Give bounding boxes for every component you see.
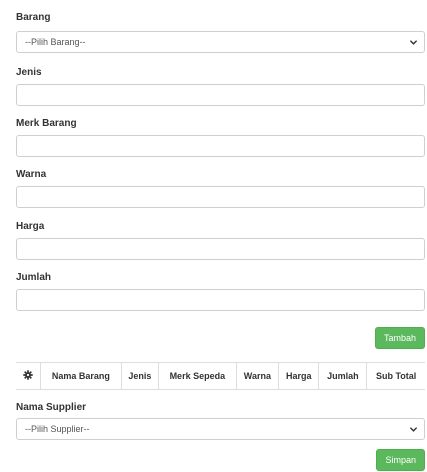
column-header-merk-sepeda: Merk Sepeda [158,362,237,390]
jenis-label: Jenis [16,67,42,78]
harga-label: Harga [16,221,45,232]
purchase-form-page: Barang --Pilih Barang-- Jenis Merk Baran… [0,0,427,472]
supplier-select-value: --Pilih Supplier-- [25,424,90,434]
nama-supplier-label: Nama Supplier [16,402,87,413]
merk-barang-label: Merk Barang [16,118,77,129]
chevron-down-icon [410,39,417,45]
items-table: Nama Barang Jenis Merk Sepeda Warna Harg… [16,362,425,390]
column-header-jumlah: Jumlah [318,362,367,390]
barang-select-value: --Pilih Barang-- [25,37,86,47]
harga-input[interactable] [16,238,425,260]
column-header-jenis: Jenis [120,362,159,390]
supplier-select[interactable]: --Pilih Supplier-- [16,418,425,440]
column-header-warna: Warna [235,362,279,390]
settings-column-header[interactable] [16,362,41,390]
column-header-harga: Harga [278,362,319,390]
column-header-sub-total: Sub Total [366,362,425,390]
barang-select[interactable]: --Pilih Barang-- [16,31,425,53]
merk-barang-input[interactable] [16,135,425,157]
warna-label: Warna [16,169,47,180]
simpan-button[interactable]: Simpan [376,449,425,471]
gear-icon [23,370,33,380]
column-header-nama-barang: Nama Barang [40,362,122,390]
table-header-row: Nama Barang Jenis Merk Sepeda Warna Harg… [16,362,425,390]
tambah-button[interactable]: Tambah [374,327,425,349]
jumlah-input[interactable] [16,289,425,311]
jumlah-label: Jumlah [16,272,52,283]
chevron-down-icon [410,426,417,432]
warna-input[interactable] [16,186,425,208]
barang-label: Barang [16,12,51,23]
jenis-input[interactable] [16,84,425,106]
